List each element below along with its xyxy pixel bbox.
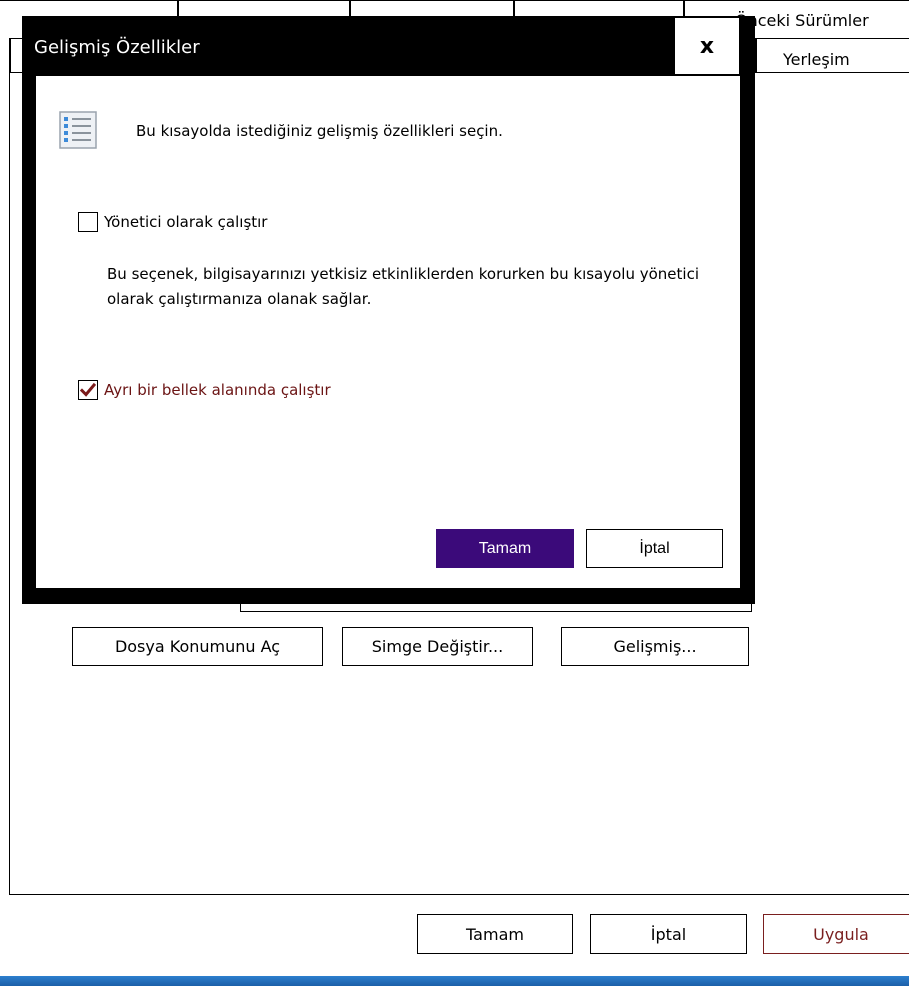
properties-cancel-button[interactable]: İptal [590, 914, 747, 954]
separate-memory-checkbox[interactable] [78, 380, 98, 400]
advanced-button[interactable]: Gelişmiş... [561, 627, 749, 666]
checkmark-icon [80, 382, 96, 397]
separate-memory-label[interactable]: Ayrı bir bellek alanında çalıştır [104, 381, 331, 399]
tab-strip-top-border [0, 0, 909, 1]
dialog-body [36, 76, 740, 588]
properties-ok-button[interactable]: Tamam [417, 914, 573, 954]
open-file-location-button[interactable]: Dosya Konumunu Aç [72, 627, 323, 666]
run-as-admin-checkbox[interactable] [78, 212, 98, 232]
close-icon: x [699, 33, 715, 59]
dialog-ok-button[interactable]: Tamam [436, 529, 574, 568]
tab-divider [177, 0, 179, 16]
change-icon-button[interactable]: Simge Değiştir... [342, 627, 533, 666]
dialog-title: Gelişmiş Özellikler [34, 37, 200, 58]
dialog-header-text: Bu kısayolda istediğiniz gelişmiş özelli… [136, 122, 503, 140]
tab-divider [9, 38, 11, 72]
checklist-icon [59, 111, 97, 149]
properties-apply-button[interactable]: Uygula [763, 914, 909, 954]
close-button[interactable]: x [675, 18, 739, 74]
taskbar [0, 976, 909, 986]
run-as-admin-label[interactable]: Yönetici olarak çalıştır [104, 213, 267, 231]
tab-divider [513, 0, 515, 16]
run-as-admin-description: Bu seçenek, bilgisayarınızı yetkisiz etk… [107, 265, 699, 308]
tab-divider [683, 0, 685, 16]
tab-divider [755, 38, 757, 72]
tab-layout[interactable]: Yerleşim [783, 50, 850, 69]
dialog-cancel-button[interactable]: İptal [586, 529, 723, 568]
tab-divider [349, 0, 351, 16]
